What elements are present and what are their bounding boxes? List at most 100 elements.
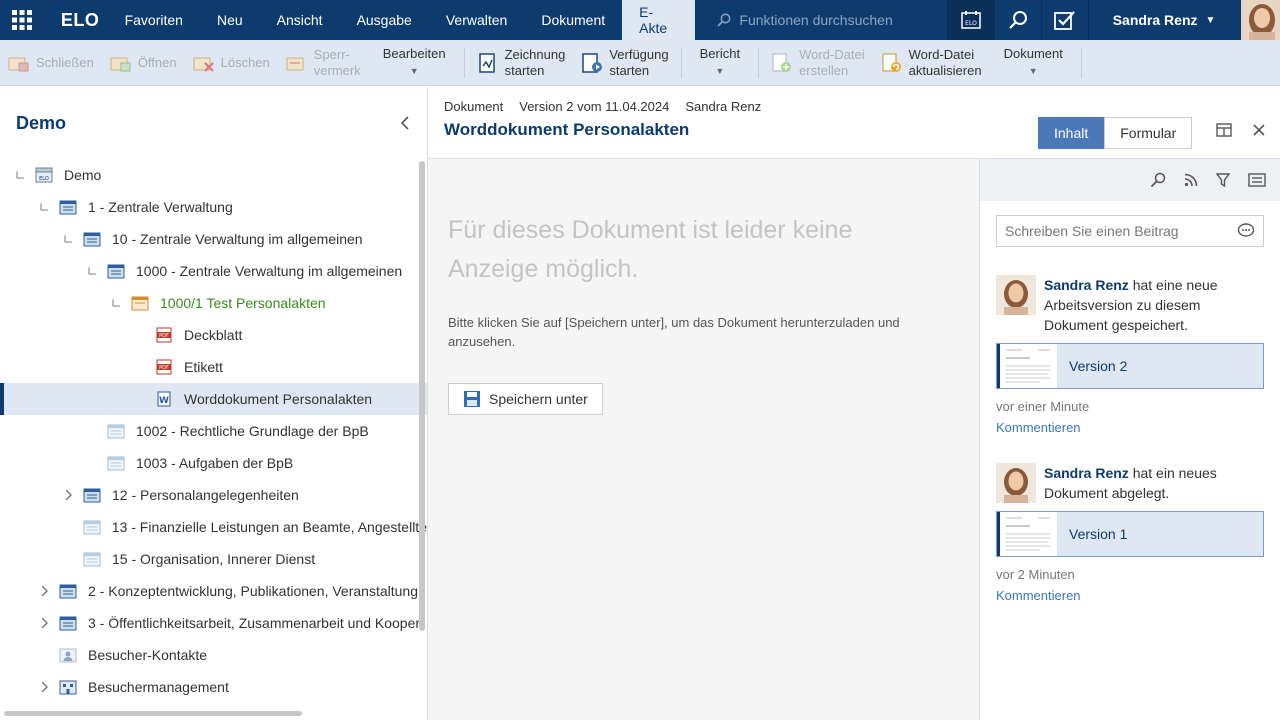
delete-button[interactable]: Löschen (185, 52, 278, 74)
svg-text:W: W (159, 396, 169, 406)
layout-window-icon[interactable] (1216, 123, 1232, 137)
tree-item[interactable]: W Worddokument Personalakten (0, 383, 427, 415)
edit-dropdown[interactable]: Bearbeiten ▼ (369, 46, 460, 79)
search-icon[interactable] (1150, 172, 1166, 188)
function-search[interactable]: Funktionen durchsuchen (695, 0, 947, 40)
document-dropdown[interactable]: Dokument ▼ (990, 46, 1077, 79)
signature-icon (477, 52, 499, 74)
start-order-button[interactable]: Verfügung starten (573, 47, 676, 79)
nav-e-akte[interactable]: E-Akte (622, 0, 696, 40)
post-author[interactable]: Sandra Renz (1044, 277, 1129, 293)
chevron-right-icon[interactable] (56, 489, 80, 501)
tree-item[interactable]: Besuchermanagement (0, 671, 427, 703)
collapse-icon[interactable] (32, 202, 56, 212)
tree-item[interactable]: 1 - Zentrale Verwaltung (0, 191, 427, 223)
create-word-file-label: Word-Datei erstellen (799, 46, 865, 78)
start-signature-button[interactable]: Zeichnung starten (469, 47, 574, 79)
version-label: Version 2 (1069, 358, 1128, 374)
chevron-right-icon[interactable] (32, 681, 56, 693)
avatar[interactable] (996, 463, 1036, 503)
tab-form[interactable]: Formular (1104, 117, 1193, 149)
tree-item[interactable]: 2 - Konzeptentwicklung, Publikationen, V… (0, 575, 427, 607)
chevron-right-icon[interactable] (32, 617, 56, 629)
tree-item-label: 15 - Organisation, Innerer Dienst (112, 551, 316, 567)
rss-feed-icon[interactable] (1184, 173, 1198, 187)
tree-item-label: Deckblatt (184, 327, 243, 343)
report-dropdown[interactable]: Bericht ▼ (686, 46, 754, 79)
avatar[interactable] (996, 275, 1036, 315)
chevron-down-icon: ▼ (715, 66, 725, 76)
word-update-icon (881, 52, 903, 74)
nav-ansicht[interactable]: Ansicht (260, 0, 340, 40)
folder-icon (104, 454, 128, 472)
close-button[interactable]: Schließen (0, 52, 102, 74)
feed-post: Sandra Renz hat eine neue Arbeitsversion… (996, 275, 1264, 435)
tree-item[interactable]: 12 - Personalangelegenheiten (0, 479, 427, 511)
comment-link[interactable]: Kommentieren (996, 588, 1264, 603)
elo-card-icon[interactable]: ELO (947, 0, 995, 40)
post-timestamp: vor einer Minute (996, 399, 1090, 414)
function-search-placeholder: Funktionen durchsuchen (739, 12, 893, 28)
folder-icon (80, 486, 104, 504)
chevron-right-icon[interactable] (32, 585, 56, 597)
global-search-icon[interactable] (994, 0, 1041, 40)
nav-neu[interactable]: Neu (200, 0, 260, 40)
collapse-icon[interactable] (8, 170, 32, 180)
list-view-icon[interactable] (1248, 173, 1266, 187)
tree-item[interactable]: 1000/1 Test Personalakten (0, 287, 427, 319)
update-word-file-button[interactable]: Word-Datei aktualisieren (873, 47, 990, 79)
lock-note-button[interactable]: Sperr-vermerk (278, 47, 369, 79)
tree-item[interactable]: PDF Deckblatt (0, 319, 427, 351)
tree-item[interactable]: 1003 - Aufgaben der BpB (0, 447, 427, 479)
collapse-icon[interactable] (56, 234, 80, 244)
post-author[interactable]: Sandra Renz (1044, 465, 1129, 481)
filter-icon[interactable] (1216, 173, 1230, 187)
lock-note-label: Sperr-vermerk (313, 46, 361, 78)
elo-logo: ELO (60, 9, 100, 30)
save-as-button[interactable]: Speichern unter (448, 383, 603, 415)
nav-favoriten[interactable]: Favoriten (108, 0, 200, 40)
tree-item[interactable]: ELO Demo (0, 159, 427, 191)
close-icon[interactable] (1252, 123, 1266, 137)
panel-header: Demo (0, 87, 427, 159)
comment-link[interactable]: Kommentieren (996, 420, 1264, 435)
nav-verwalten[interactable]: Verwalten (429, 0, 524, 40)
tree-item[interactable]: 10 - Zentrale Verwaltung im allgemeinen (0, 223, 427, 255)
open-button[interactable]: Öffnen (102, 52, 185, 74)
horizontal-scrollbar[interactable] (4, 711, 302, 716)
tasks-checkbox-icon[interactable] (1040, 0, 1088, 40)
document-view: Dokument Version 2 vom 11.04.2024 Sandra… (428, 87, 1280, 720)
vertical-scrollbar[interactable] (419, 161, 425, 631)
tree-item[interactable]: 15 - Organisation, Innerer Dienst (0, 543, 427, 575)
tree-item[interactable]: PDF Etikett (0, 351, 427, 383)
top-navigation-bar: ELO Favoriten Neu Ansicht Ausgabe Verwal… (0, 0, 1280, 40)
version-card[interactable]: Version 2 (996, 343, 1264, 389)
tree-item[interactable]: 13 - Finanzielle Leistungen an Beamte, A… (0, 511, 427, 543)
document-preview: Für dieses Dokument ist leider keine Anz… (428, 159, 979, 720)
apps-grid-icon[interactable] (0, 0, 45, 40)
view-switch: Inhalt Formular (1038, 117, 1193, 149)
tree-item[interactable]: 1002 - Rechtliche Grundlage der BpB (0, 415, 427, 447)
avatar[interactable] (1240, 0, 1280, 40)
tree-item[interactable]: Besucher-Kontakte (0, 639, 427, 671)
folder-icon (56, 582, 80, 600)
user-menu[interactable]: Sandra Renz ▼ (1087, 0, 1241, 40)
floppy-disk-icon (464, 391, 480, 407)
user-name: Sandra Renz (1112, 12, 1198, 28)
collapse-icon[interactable] (104, 298, 128, 308)
collapse-panel-chevron-left-icon[interactable] (399, 115, 411, 131)
order-icon (581, 52, 603, 74)
tab-content[interactable]: Inhalt (1038, 117, 1105, 149)
archive-icon: ELO (32, 166, 56, 184)
version-card[interactable]: Version 1 (996, 511, 1264, 557)
collapse-icon[interactable] (80, 266, 104, 276)
tree-item[interactable]: 3 - Öffentlichkeitsarbeit, Zusammenarbei… (0, 607, 427, 639)
document-meta: Dokument Version 2 vom 11.04.2024 Sandra… (444, 99, 1264, 114)
tree-item[interactable]: 1000 - Zentrale Verwaltung im allgemeine… (0, 255, 427, 287)
post-input[interactable]: Schreiben Sie einen Beitrag (996, 215, 1264, 247)
tree-item-label: 1 - Zentrale Verwaltung (88, 199, 233, 215)
create-word-file-button[interactable]: Word-Datei erstellen (763, 47, 873, 79)
nav-dokument[interactable]: Dokument (524, 0, 622, 40)
tree-item-label: 1000 - Zentrale Verwaltung im allgemeine… (136, 263, 403, 279)
nav-ausgabe[interactable]: Ausgabe (340, 0, 429, 40)
